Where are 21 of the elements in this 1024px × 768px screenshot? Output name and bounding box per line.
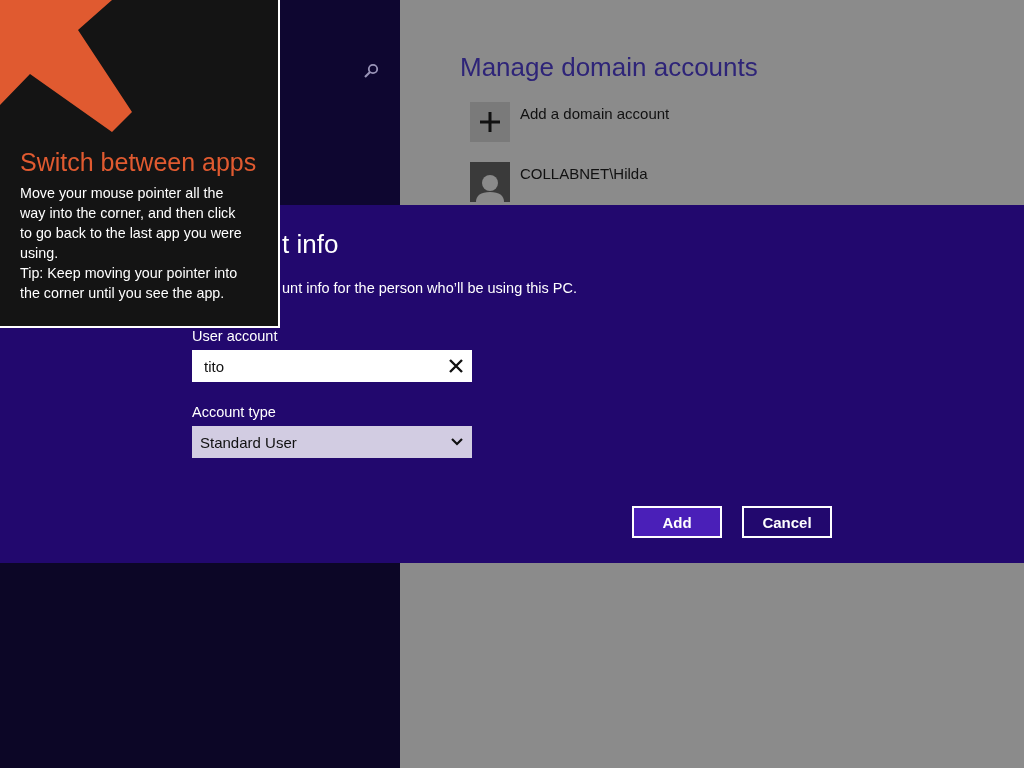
dialog-description: unt info for the person who’ll be using this PC. — [282, 280, 577, 296]
primary-button[interactable]: Add — [632, 506, 722, 538]
account-label[interactable]: Add a domain account — [520, 105, 670, 142]
tip-text: Move your mouse pointer all the way into the corner, and then click to go back to the last app you were using. — [20, 184, 243, 263]
dropdown[interactable]: Standard User — [192, 426, 472, 458]
arrow-icon — [0, 0, 132, 132]
dialog-title: t info — [282, 229, 339, 260]
plus-icon — [480, 112, 500, 132]
text-field[interactable]: tito — [192, 350, 472, 382]
page-heading: Manage domain accounts — [460, 52, 759, 83]
clear-icon[interactable] — [449, 359, 463, 373]
secondary-button[interactable]: Cancel — [742, 506, 832, 538]
field-label: User account — [192, 328, 279, 344]
search-icon[interactable] — [363, 63, 379, 79]
field-label: Account type — [192, 404, 277, 420]
add-tile[interactable] — [470, 102, 510, 142]
tip-title: Switch between apps — [20, 148, 258, 177]
person-icon — [473, 172, 507, 202]
tip-text: Tip: Keep moving your pointer into the corner until you see the app. — [20, 264, 239, 303]
chevron-down-icon — [451, 438, 463, 446]
account-label[interactable]: COLLABNET\Hilda — [520, 165, 648, 202]
